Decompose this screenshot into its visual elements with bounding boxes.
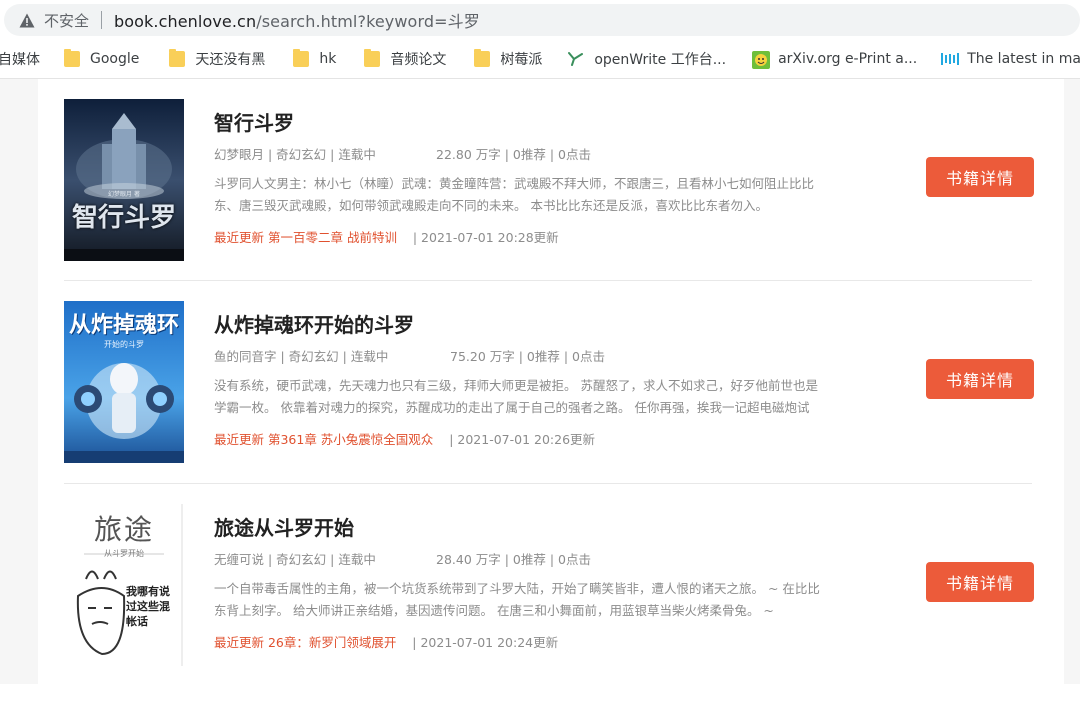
folder-icon — [474, 49, 491, 67]
bookmark-label: 自媒体 — [0, 52, 40, 68]
book-update: 最近更新 第一百零二章 战前特训 | 2021-07-01 20:28更新 — [214, 227, 559, 246]
book-stats: 22.80 万字 | 0推荐 | 0点击 — [436, 147, 591, 162]
bookmark-openwrite[interactable]: openWrite 工作台... — [560, 45, 734, 73]
address-bar: 不安全 book.chenlove.cn/search.html?keyword… — [0, 0, 1080, 40]
bookmark-label: arXiv.org e-Print a... — [778, 51, 918, 67]
book-meta: 幻梦眼月 | 奇幻玄幻 | 连载中 22.80 万字 | 0推荐 | 0点击 — [214, 144, 591, 163]
book-meta: 鱼的同音字 | 奇幻玄幻 | 连载中 75.20 万字 | 0推荐 | 0点击 — [214, 346, 605, 365]
book-cover[interactable]: 从炸掉魂环 开始的斗罗 — [64, 301, 184, 463]
folder-icon — [169, 49, 186, 67]
book-title[interactable]: 旅途从斗罗开始 — [214, 512, 354, 541]
bookmark-arxiv[interactable]: arXiv.org e-Print a... — [744, 45, 925, 73]
book-details-button[interactable]: 书籍详情 — [926, 562, 1034, 602]
book-cover[interactable]: 智行斗罗 幻梦眼月 著 — [64, 99, 184, 261]
openwrite-icon — [568, 51, 584, 67]
arxiv-icon — [752, 51, 771, 69]
book-stats: 75.20 万字 | 0推荐 | 0点击 — [450, 349, 605, 364]
book-description: 没有系统，硬币武魂，先天魂力也只有三级，拜师大师更是被拒。 苏醒怒了，求人不如求… — [214, 378, 818, 415]
cover-speech-bubble: 我哪有说过这些混帐话 — [126, 585, 170, 628]
book-item: 从炸掉魂环 开始的斗罗 从炸掉魂环开始的斗罗 鱼的同音字 | 奇幻玄幻 | 连载… — [64, 301, 1034, 503]
book-description: 斗罗同人文男主：林小七（林瞳）武魂：黄金瞳阵营：武魂殿不拜大师，不跟唐三，且看林… — [214, 176, 815, 213]
bookmark-raspberry[interactable]: 树莓派 — [466, 45, 550, 73]
book-title[interactable]: 智行斗罗 — [214, 107, 294, 136]
warning-icon[interactable] — [18, 11, 36, 29]
update-time: | 2021-07-01 20:24更新 — [412, 635, 559, 650]
bookmark-hk[interactable]: hk — [285, 45, 344, 73]
book-author-category: 幻梦眼月 | 奇幻玄幻 | 连载中 — [214, 147, 376, 162]
bookmark-tianhai[interactable]: 天还没有黑 — [161, 45, 273, 73]
latest-chapter-link[interactable]: 最近更新 第一百零二章 战前特训 — [214, 230, 397, 245]
bookmark-label: openWrite 工作台... — [594, 52, 727, 68]
book-meta: 无缠可说 | 奇幻玄幻 | 连载中 28.40 万字 | 0推荐 | 0点击 — [214, 549, 591, 568]
url-path: /search.html?keyword=斗罗 — [256, 12, 480, 31]
omnibox[interactable]: 不安全 book.chenlove.cn/search.html?keyword… — [4, 4, 1080, 36]
folder-icon — [364, 49, 381, 67]
page-content: 智行斗罗 幻梦眼月 著 智行斗罗 幻梦眼月 | 奇幻玄幻 | 连载中 22.80 … — [0, 79, 1080, 684]
url-text[interactable]: book.chenlove.cn/search.html?keyword=斗罗 — [114, 8, 480, 32]
bookmark-google[interactable]: Google — [56, 45, 147, 73]
bookmark-audio-papers[interactable]: 音频论文 — [356, 45, 454, 73]
cover-title: 智行斗罗 — [71, 203, 176, 233]
bookmark-label: 音频论文 — [390, 52, 447, 68]
cover-author: 幻梦眼月 著 — [108, 191, 140, 198]
book-item: 智行斗罗 幻梦眼月 著 智行斗罗 幻梦眼月 | 奇幻玄幻 | 连载中 22.80 … — [64, 99, 1034, 301]
book-details-button[interactable]: 书籍详情 — [926, 359, 1034, 399]
book-description: 一个自带毒舌属性的主角，被一个坑货系统带到了斗罗大陆，开始了瞒笑皆非，遭人恨的诸… — [214, 581, 820, 618]
update-time: | 2021-07-01 20:26更新 — [449, 432, 596, 447]
bookmark-label: 天还没有黑 — [195, 52, 266, 68]
update-time: | 2021-07-01 20:28更新 — [412, 230, 559, 245]
divider — [64, 280, 1032, 281]
bookmark-label: 树莓派 — [500, 52, 543, 68]
latest-chapter-link[interactable]: 最近更新 26章：新罗门领域展开 — [214, 635, 396, 650]
separator — [101, 11, 103, 29]
bookmark-label: Google — [90, 51, 140, 67]
book-author-category: 无缠可说 | 奇幻玄幻 | 连载中 — [214, 552, 376, 567]
cover-title: 从炸掉魂环 — [68, 313, 179, 338]
bookmark-paperswithcode[interactable]: The latest in mac... — [933, 45, 1080, 73]
bookmark-zimeiti[interactable]: 自媒体 — [0, 45, 48, 73]
book-item: 旅途 从斗罗开始 我哪有说过这些混帐话 旅途从斗罗开始 无缠可说 | 奇幻玄幻 … — [64, 504, 1034, 706]
cover-subtitle: 开始的斗罗 — [104, 340, 144, 349]
latest-chapter-link[interactable]: 最近更新 第361章 苏小兔震惊全国观众 — [214, 432, 433, 447]
book-details-button[interactable]: 书籍详情 — [926, 157, 1034, 197]
book-stats: 28.40 万字 | 0推荐 | 0点击 — [436, 552, 591, 567]
divider — [64, 483, 1032, 484]
folder-icon — [293, 49, 310, 67]
book-title[interactable]: 从炸掉魂环开始的斗罗 — [214, 309, 414, 338]
book-author-category: 鱼的同音字 | 奇幻玄幻 | 连载中 — [214, 349, 389, 364]
url-host: book.chenlove.cn — [114, 12, 257, 31]
security-status[interactable]: 不安全 — [44, 10, 89, 31]
search-results-panel: 智行斗罗 幻梦眼月 著 智行斗罗 幻梦眼月 | 奇幻玄幻 | 连载中 22.80 … — [38, 79, 1064, 684]
bookmark-label: hk — [319, 51, 337, 67]
book-cover[interactable]: 旅途 从斗罗开始 我哪有说过这些混帐话 — [64, 504, 184, 666]
bookmark-label: The latest in mac... — [967, 51, 1080, 67]
book-update: 最近更新 第361章 苏小兔震惊全国观众 | 2021-07-01 20:26更… — [214, 429, 595, 448]
paperswithcode-icon — [941, 51, 960, 67]
bookmarks-bar: 自媒体 Google 天还没有黑 hk 音频论文 树莓派 openWrite 工… — [0, 40, 1080, 79]
folder-icon — [64, 49, 80, 67]
book-update: 最近更新 26章：新罗门领域展开 | 2021-07-01 20:24更新 — [214, 632, 558, 651]
